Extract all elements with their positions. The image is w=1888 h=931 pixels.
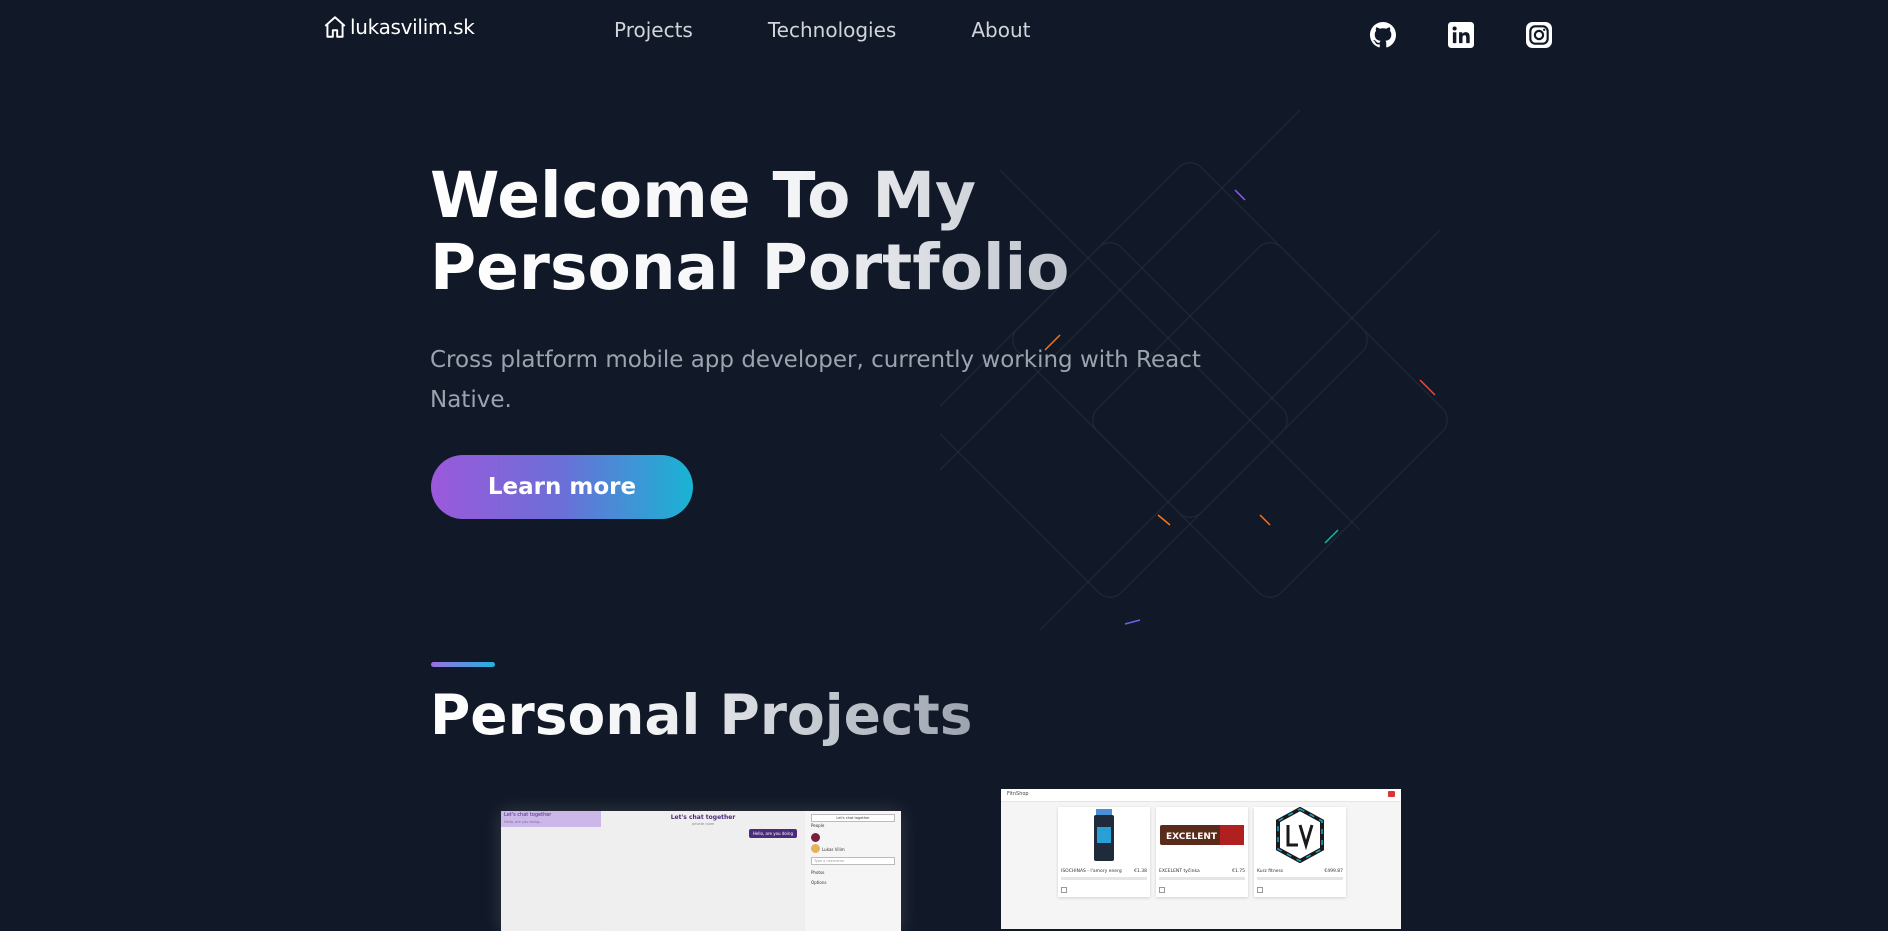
nav-link-projects[interactable]: Projects	[614, 18, 693, 42]
product-desc	[1257, 877, 1343, 880]
linkedin-icon[interactable]	[1448, 22, 1474, 48]
chat-panel-photos: Photos	[811, 870, 825, 875]
chat-panel-options: Options	[811, 880, 827, 885]
product-price: €1.38	[1134, 869, 1147, 874]
product-bar-image: EXCELENT	[1160, 825, 1244, 845]
shop-logo: FitnShop	[1007, 791, 1029, 797]
product-name: Kurz fitness	[1257, 869, 1284, 874]
product-desc	[1061, 877, 1147, 880]
chat-title: Let's chat together	[670, 814, 736, 821]
nav-links: Projects Technologies About	[614, 18, 1105, 42]
cart-icon	[1388, 791, 1395, 797]
chat-panel-user: Lukas Vilim	[822, 847, 845, 852]
home-icon	[324, 16, 346, 38]
product-name: EXCELENT tyčinka	[1159, 869, 1200, 874]
chat-main: Let's chat together private room Hello, …	[601, 811, 806, 931]
product-card: ISOCHINAS - l'amory energ €1.38	[1058, 807, 1150, 897]
chat-sidebar-item-sub: Hello, are you doing...	[504, 820, 543, 824]
brand-text: lukasvilim.sk	[350, 15, 475, 39]
nav-link-technologies[interactable]: Technologies	[768, 18, 896, 42]
product-card: Kurz fitness €499.87	[1254, 807, 1346, 897]
shop-topbar: FitnShop	[1001, 789, 1401, 802]
lv-logo-image	[1276, 807, 1324, 863]
chat-info-panel: Let's chat together People Lukas Vilim T…	[805, 811, 901, 931]
avatar	[811, 833, 820, 842]
social-links	[1370, 22, 1552, 48]
learn-more-button[interactable]: Learn more	[431, 455, 693, 519]
brand-link[interactable]: lukasvilim.sk	[322, 14, 475, 40]
chat-sidebar-item-title: Let's chat together	[504, 812, 552, 818]
cart-add-icon	[1061, 887, 1067, 893]
product-desc	[1159, 877, 1245, 880]
github-icon[interactable]	[1370, 22, 1396, 48]
project-card-shop[interactable]: FitnShop ISOCHINAS - l'amory energ €1.38…	[1001, 789, 1401, 929]
projects-section-title: Personal Projects	[430, 680, 973, 750]
chat-panel-people: People	[811, 823, 825, 828]
project-card-chat[interactable]: Let's chat together Hello, are you doing…	[501, 811, 901, 931]
avatar	[811, 844, 820, 853]
top-navbar: lukasvilim.sk Projects Technologies Abou…	[0, 0, 1888, 60]
chat-subtitle: private room	[691, 822, 715, 826]
product-card: EXCELENT EXCELENT tyčinka €1.75	[1156, 807, 1248, 897]
nav-link-about[interactable]: About	[971, 18, 1030, 42]
section-accent-bar	[431, 662, 495, 667]
product-price: €1.75	[1232, 869, 1245, 874]
chat-panel-title: Let's chat together	[811, 814, 895, 822]
hero-title: Welcome To My Personal Portfolio	[430, 160, 1250, 304]
cart-add-icon	[1159, 887, 1165, 893]
product-price: €499.87	[1324, 869, 1343, 874]
chat-sidebar: Let's chat together Hello, are you doing…	[501, 811, 602, 931]
chat-sidebar-active-item: Let's chat together Hello, are you doing…	[501, 811, 601, 827]
product-bottle-image	[1094, 809, 1114, 861]
instagram-icon[interactable]	[1526, 22, 1552, 48]
product-bar-label: EXCELENT	[1166, 832, 1218, 842]
cart-add-icon	[1257, 887, 1263, 893]
hero-subtitle: Cross platform mobile app developer, cur…	[430, 347, 1201, 413]
product-name: ISOCHINAS - l'amory energ	[1061, 869, 1122, 874]
chat-panel-input: Type a username	[811, 857, 895, 865]
chat-message-bubble: Hello, are you doing	[748, 829, 797, 838]
